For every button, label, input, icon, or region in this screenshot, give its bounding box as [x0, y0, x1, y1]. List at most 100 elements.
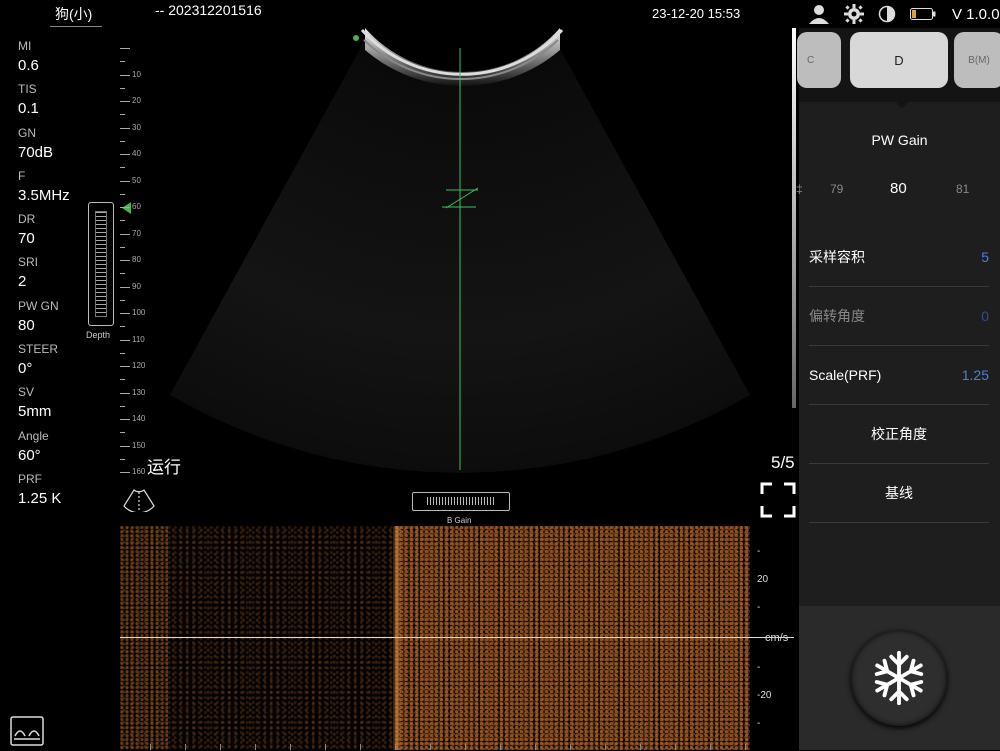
ruler-tick — [120, 48, 130, 49]
time-tick — [675, 744, 676, 750]
param-label: SV — [18, 385, 35, 400]
ruler-tick — [120, 260, 130, 261]
time-tick — [535, 744, 536, 750]
ruler-minor-tick — [120, 114, 125, 116]
bgain-label: B Gain — [447, 516, 472, 525]
frame-counter: 5/5 — [771, 453, 795, 472]
param-value: 1.25 K — [18, 489, 62, 507]
param-label: F — [18, 168, 26, 183]
patient-underline — [50, 26, 102, 27]
time-tick — [360, 744, 361, 750]
ruler-label: 110 — [132, 334, 145, 344]
scale-tick: - — [757, 718, 761, 729]
row-scale-prf[interactable]: Scale(PRF) 1.25 — [809, 346, 989, 405]
ruler-tick — [120, 339, 130, 341]
time-tick — [465, 744, 466, 750]
control-panel: C D B(M) PW Gain ‡ 79 80 81 采样容积 5 偏转角度 0 … — [796, 28, 1000, 750]
ruler-tick — [120, 180, 130, 182]
param-value: 0° — [18, 360, 33, 378]
ruler-tick — [120, 207, 130, 208]
time-tick — [150, 744, 151, 750]
row-sample-volume[interactable]: 采样容积 5 — [809, 228, 989, 287]
time-tick — [185, 744, 186, 750]
status-bar: V 1.0.0 — [808, 4, 1000, 24]
ruler-tick — [120, 445, 130, 447]
time-axis — [120, 744, 750, 750]
ruler-tick — [120, 101, 130, 102]
param-value: 0.1 — [18, 100, 39, 118]
depth-slider[interactable] — [88, 202, 114, 326]
run-status[interactable]: 运行 — [147, 453, 181, 478]
ruler-label: 90 — [132, 281, 141, 291]
study-id: -- 202312201516 — [155, 2, 262, 18]
ruler-label: 30 — [132, 122, 141, 132]
time-tick — [220, 744, 221, 750]
ruler-label: 140 — [132, 414, 146, 423]
param-label: SRI — [18, 255, 39, 270]
ruler-tick — [120, 233, 130, 235]
ruler-minor-tick — [120, 299, 125, 301]
ruler-tick — [120, 472, 130, 473]
ruler-label: 70 — [132, 228, 141, 238]
patient-record-icon[interactable] — [10, 716, 44, 751]
param-label: TIS — [18, 82, 37, 97]
ruler-label: 120 — [132, 361, 146, 370]
probe-sector-icon[interactable] — [122, 488, 156, 517]
tab-color[interactable]: C — [797, 32, 841, 88]
pw-gain-edge: ‡ — [796, 182, 803, 196]
bgain-slider[interactable] — [412, 492, 510, 511]
param-value: 60° — [18, 446, 41, 464]
ruler-minor-tick — [120, 193, 125, 195]
spectrum-baseline[interactable] — [120, 637, 794, 638]
ruler-minor-tick — [120, 379, 125, 381]
ruler-minor-tick — [120, 61, 125, 63]
row-steer-angle[interactable]: 偏转角度 0 — [809, 287, 989, 346]
ruler-minor-tick — [120, 167, 125, 169]
patient-name[interactable]: 狗(小) — [55, 4, 92, 24]
snowflake-icon — [871, 650, 927, 706]
ruler-tick — [120, 392, 130, 394]
sweep-line — [393, 526, 401, 750]
bmode-image[interactable] — [150, 20, 790, 480]
freeze-button[interactable] — [851, 630, 947, 726]
ruler-label: 20 — [132, 96, 141, 105]
time-tick — [290, 744, 291, 750]
ruler-label: 130 — [132, 387, 146, 397]
ruler-tick — [120, 154, 130, 155]
angle-correct-button[interactable]: 校正角度 — [809, 405, 989, 464]
ruler-minor-tick — [120, 405, 125, 407]
baseline-button[interactable]: 基线 — [809, 464, 989, 523]
param-label: GN — [18, 125, 36, 140]
param-label: PW GN — [18, 298, 59, 313]
ruler-label: 60 — [132, 202, 141, 211]
panel-scrollbar[interactable] — [792, 28, 796, 408]
time-tick — [570, 744, 571, 750]
time-tick — [710, 744, 711, 750]
doppler-spectrum[interactable] — [120, 526, 750, 750]
contrast-icon[interactable] — [878, 5, 896, 23]
ruler-tick — [120, 313, 130, 314]
gear-icon[interactable] — [844, 4, 864, 24]
scale-tick: - — [757, 602, 761, 613]
tab-bm[interactable]: B(M) — [954, 32, 1000, 88]
tab-doppler[interactable]: D — [850, 32, 948, 88]
param-value: 70dB — [18, 143, 54, 161]
fullscreen-icon[interactable] — [760, 482, 796, 523]
ruler-label: 150 — [132, 440, 146, 450]
scale-tick: - — [757, 546, 761, 557]
time-tick — [325, 744, 326, 750]
param-value: 0.6 — [18, 57, 39, 74]
param-label: MI — [18, 39, 32, 53]
time-tick — [640, 744, 641, 750]
param-label: STEER — [18, 342, 59, 357]
ruler-minor-tick — [120, 220, 125, 222]
user-icon[interactable] — [808, 4, 830, 24]
param-value: 5mm — [18, 403, 52, 421]
ruler-minor-tick — [120, 432, 125, 434]
param-value: 70 — [18, 230, 35, 248]
ruler-minor-tick — [120, 352, 125, 354]
ruler-minor-tick — [120, 273, 125, 275]
datetime: 23-12-20 15:53 — [652, 6, 741, 21]
ruler-minor-tick — [120, 326, 125, 328]
active-tab-pointer — [896, 102, 908, 109]
